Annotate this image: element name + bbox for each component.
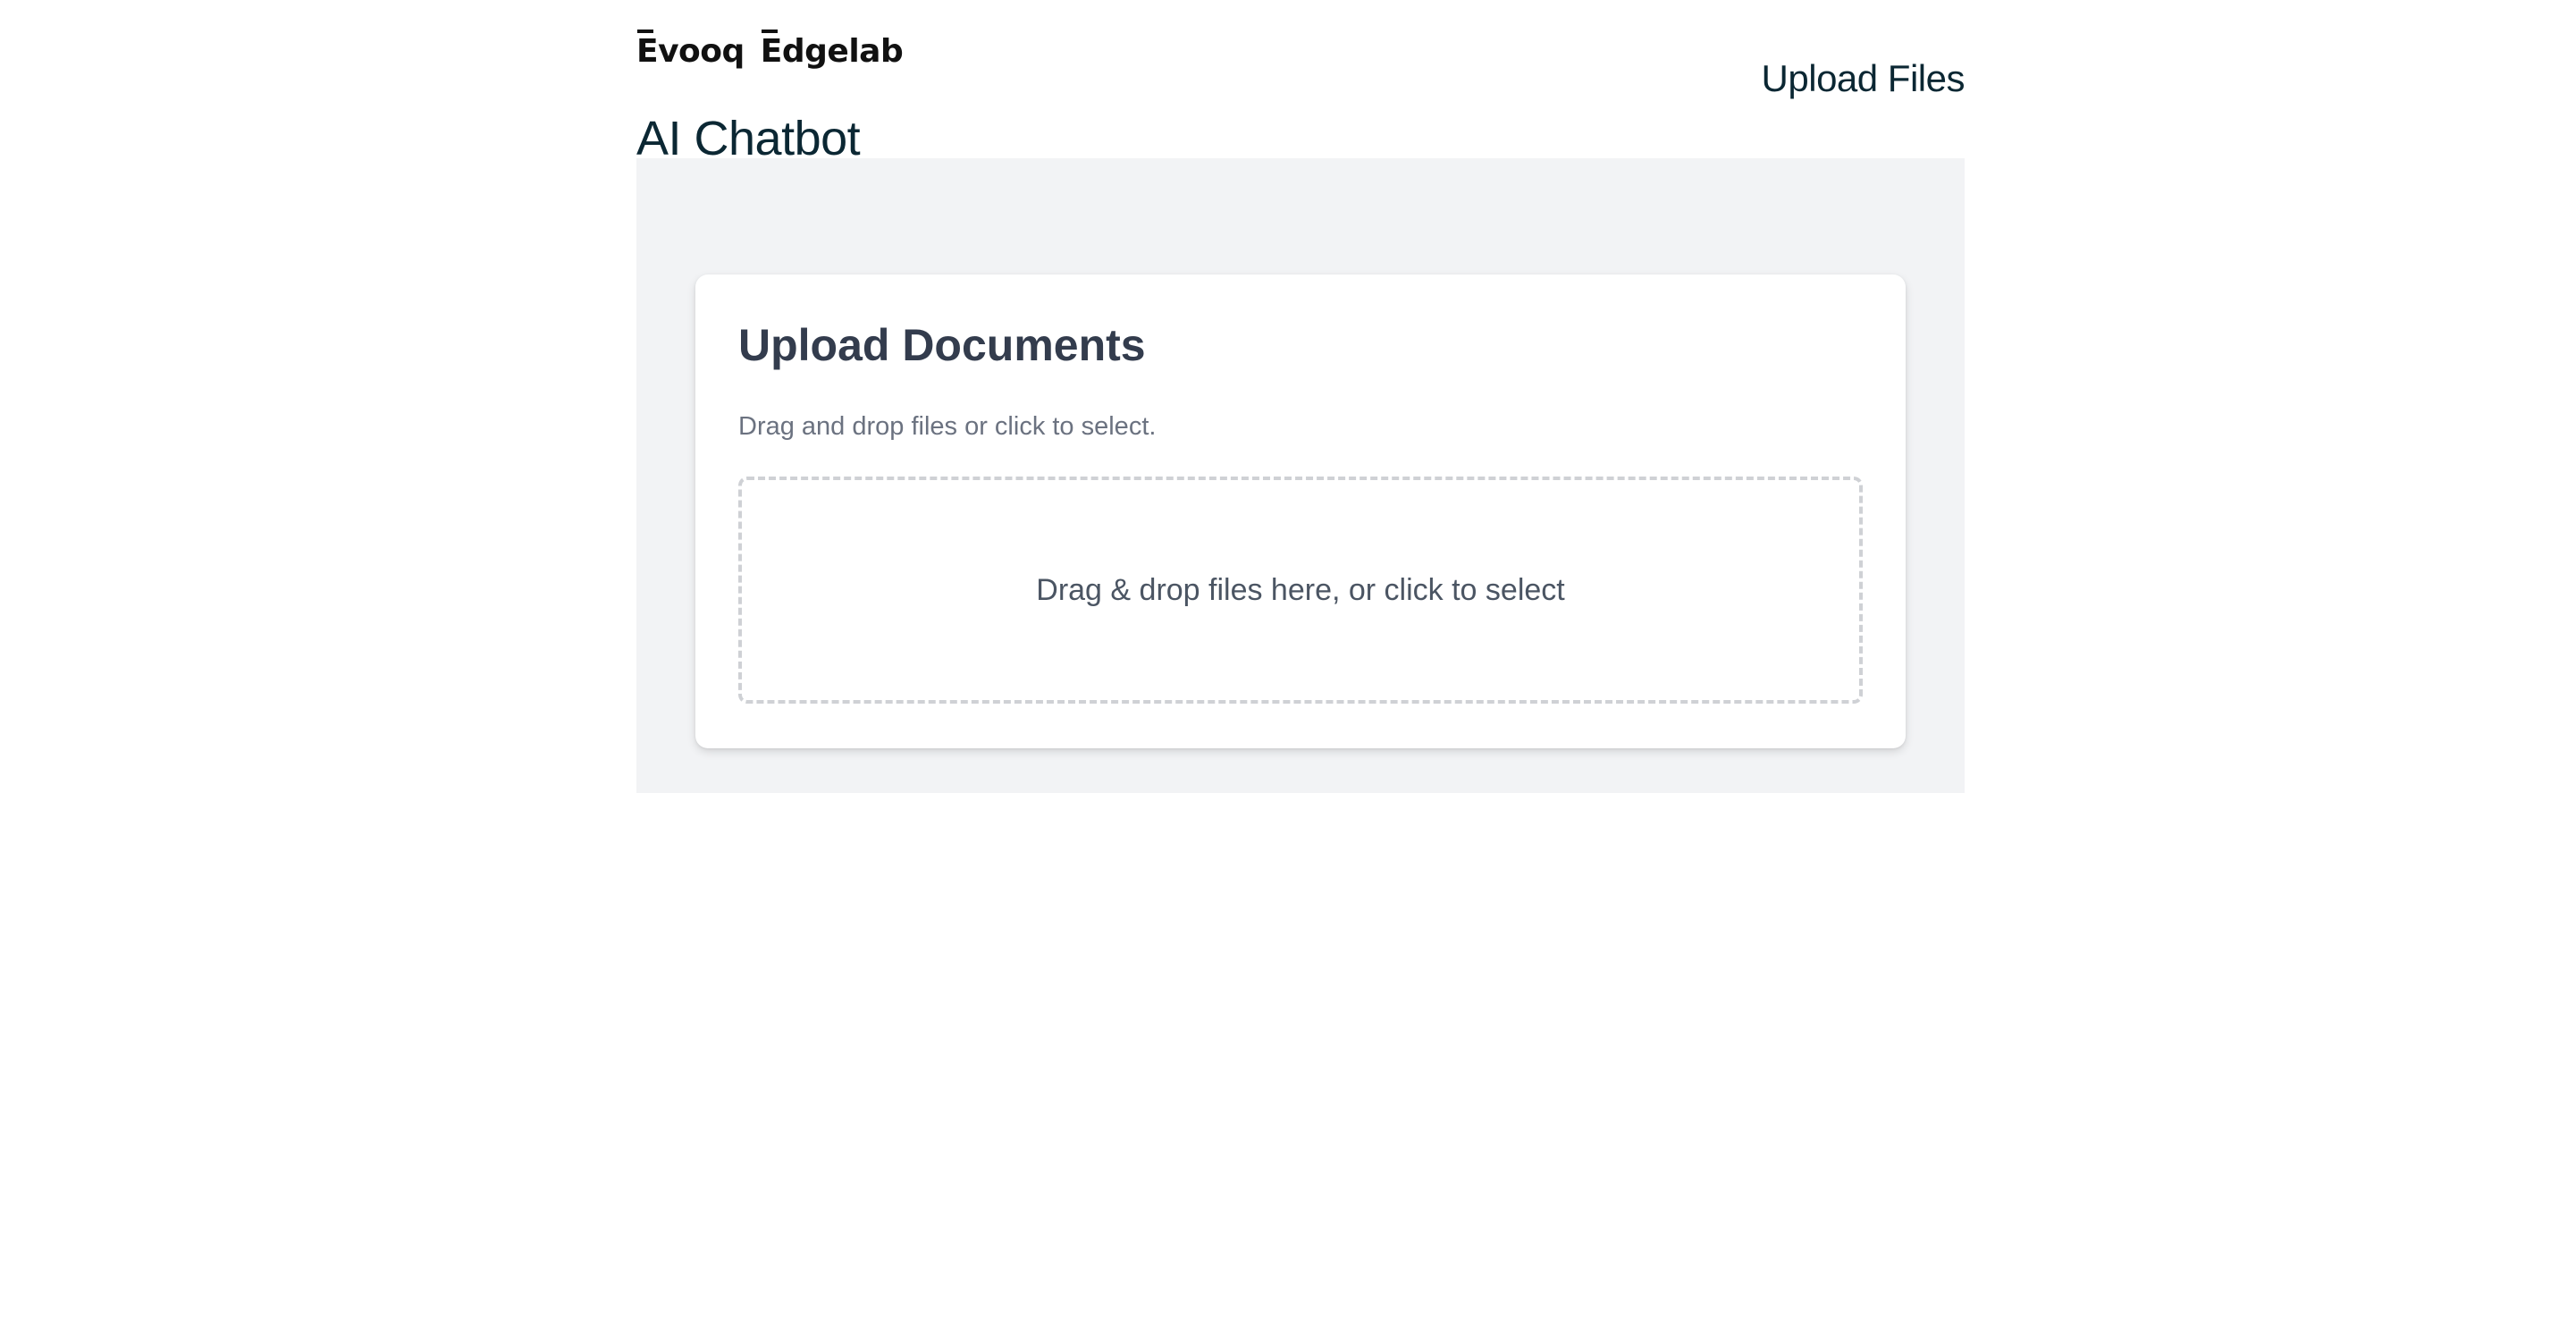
upload-files-link[interactable]: Upload Files xyxy=(1762,57,1966,100)
logo-edgelab-text: Edgelab xyxy=(760,33,904,70)
logo-evooq-text: Evooq xyxy=(636,33,745,70)
logo-evooq: Evooq xyxy=(636,30,745,70)
app-header: Evooq Edgelab AI Chatbot Upload Files xyxy=(636,23,1966,165)
file-dropzone[interactable]: Drag & drop files here, or click to sele… xyxy=(738,477,1863,704)
logo-mark xyxy=(637,30,653,33)
logo-mark xyxy=(761,30,778,33)
card-title: Upload Documents xyxy=(738,320,1146,370)
upload-documents-card: Upload Documents Drag and drop files or … xyxy=(695,274,1906,748)
logo-edgelab: Edgelab xyxy=(760,30,904,70)
page: Evooq Edgelab AI Chatbot Upload Files Up… xyxy=(0,0,2576,1325)
main-content: Upload Documents Drag and drop files or … xyxy=(636,158,1965,793)
company-logo: Evooq Edgelab xyxy=(636,27,904,70)
card-subtitle: Drag and drop files or click to select. xyxy=(738,412,1157,441)
dropzone-label: Drag & drop files here, or click to sele… xyxy=(1036,572,1565,607)
